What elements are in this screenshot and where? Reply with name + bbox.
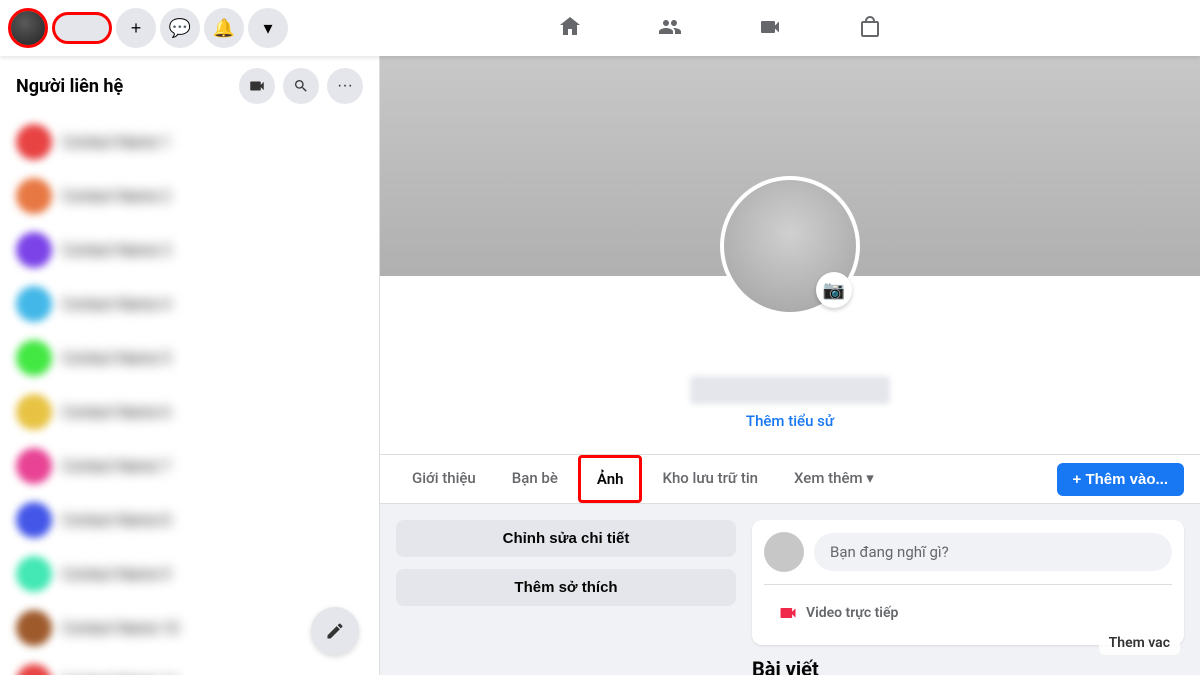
post-actions: Video trực tiếp [764,593,1172,633]
profile-area: 📷 Thêm tiểu sử Giới thiệu Bạn bè Ảnh Kho… [380,56,1200,675]
video-icon [776,601,800,625]
video-call-button[interactable] [239,68,275,104]
contact-name: Contact Name 10 [62,619,179,637]
add-hobbies-button[interactable]: Thêm sở thích [396,569,736,606]
tab-ban-be[interactable]: Bạn bè [496,457,574,502]
avatar [16,664,52,675]
list-item[interactable]: Contact Name 9 [8,548,371,600]
contact-name: Contact Name 7 [62,457,170,475]
profile-main: Chỉnh sửa chi tiết Thêm sở thích Bạn đan… [380,504,1200,675]
left-sidebar: Người liên hệ ··· Contact Name 1 C [0,56,380,675]
live-video-action[interactable]: Video trực tiếp [764,593,910,633]
them-vac-overlay: Them vac [1099,631,1180,655]
list-item[interactable]: Contact Name 3 [8,224,371,276]
profile-tabs: Giới thiệu Bạn bè Ảnh Kho lưu trữ tin Xe… [380,455,1200,504]
nav-friends[interactable] [620,0,720,56]
contact-name: Contact Name 1 [62,133,170,151]
avatar [16,448,52,484]
contact-name: Contact Name 9 [62,565,170,583]
profile-name [690,376,890,404]
tab-kho-luu-tru[interactable]: Kho lưu trữ tin [646,457,774,502]
messenger-button[interactable]: 💬 [160,8,200,48]
user-name-box [52,12,112,44]
avatar [16,394,52,430]
compose-button[interactable] [311,607,359,655]
avatar [16,232,52,268]
more-options-button[interactable]: ··· [327,68,363,104]
list-item[interactable]: Contact Name 4 [8,278,371,330]
edit-details-button[interactable]: Chỉnh sửa chi tiết [396,520,736,557]
nav-home[interactable] [520,0,620,56]
contacts-list: Contact Name 1 Contact Name 2 Contact Na… [0,112,379,675]
list-item[interactable]: Contact Name 2 [8,170,371,222]
contact-name: Contact Name 6 [62,403,170,421]
search-contacts-button[interactable] [283,68,319,104]
avatar [16,286,52,322]
notification-button[interactable]: 🔔 [204,8,244,48]
profile-left-column: Chỉnh sửa chi tiết Thêm sở thích [396,520,736,675]
avatar [16,556,52,592]
list-item[interactable]: Contact Name 8 [8,494,371,546]
nav-marketplace[interactable] [820,0,920,56]
contact-name: Contact Name 5 [62,349,170,367]
tab-xem-them[interactable]: Xem thêm ▾ [778,457,890,502]
nav-left: + 💬 🔔 ▾ [0,8,380,48]
profile-avatar-container: 📷 [720,176,860,316]
top-navigation: + 💬 🔔 ▾ [0,0,1200,56]
contact-name: Contact Name 3 [62,241,170,259]
user-avatar[interactable] [8,8,48,48]
main-content: Người liên hệ ··· Contact Name 1 C [0,56,1200,675]
avatar [16,178,52,214]
post-box: Bạn đang nghĩ gì? Video trực tiếp [752,520,1184,645]
list-item[interactable]: Contact Name 7 [8,440,371,492]
sidebar-actions: ··· [239,68,363,104]
list-item[interactable]: Contact Name 6 [8,386,371,438]
bai-viet-heading: Bài viết [752,657,819,675]
them-vao-button[interactable]: + Thêm vào... [1057,463,1184,496]
post-input[interactable]: Bạn đang nghĩ gì? [814,533,1172,571]
post-avatar [764,532,804,572]
avatar [16,502,52,538]
tab-anh[interactable]: Ảnh [578,455,643,503]
dropdown-button[interactable]: ▾ [248,8,288,48]
add-button[interactable]: + [116,8,156,48]
avatar [16,124,52,160]
list-item[interactable]: Contact Name 11 [8,656,371,675]
sidebar-title: Người liên hệ [16,76,123,97]
tab-gioi-thieu[interactable]: Giới thiệu [396,457,492,502]
contact-name: Contact Name 8 [62,511,170,529]
cover-photo: 📷 [380,56,1200,276]
list-item[interactable]: Contact Name 1 [8,116,371,168]
post-box-top: Bạn đang nghĩ gì? [764,532,1172,572]
list-item[interactable]: Contact Name 5 [8,332,371,384]
them-tieu-su-button[interactable]: Thêm tiểu sử [380,412,1200,430]
contact-name: Contact Name 2 [62,187,170,205]
nav-video[interactable] [720,0,820,56]
avatar [16,340,52,376]
edit-profile-photo-button[interactable]: 📷 [816,272,852,308]
sidebar-header: Người liên hệ ··· [0,56,379,112]
avatar [16,610,52,646]
nav-center [380,0,1060,56]
contact-name: Contact Name 4 [62,295,170,313]
